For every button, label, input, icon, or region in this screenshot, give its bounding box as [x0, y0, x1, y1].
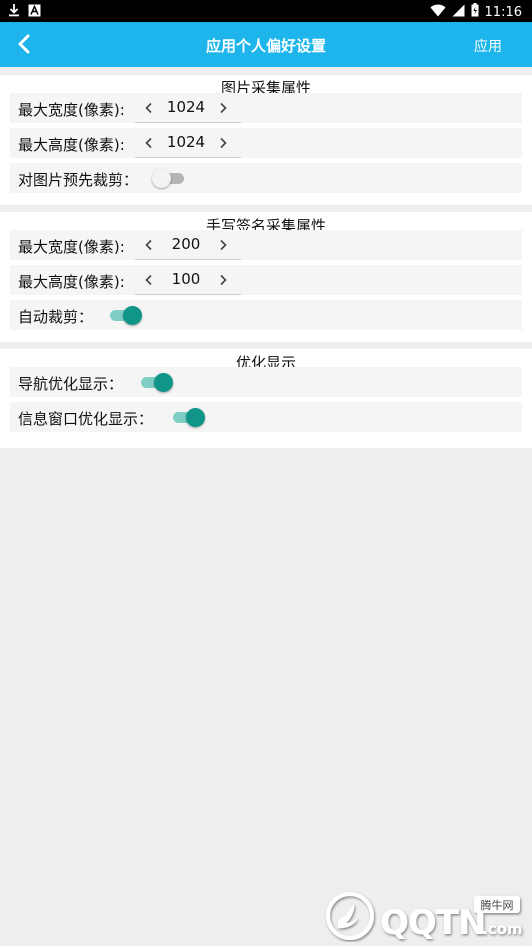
- image-max-width-row: 最大宽度(像素): 1024: [10, 93, 522, 123]
- decrement-button[interactable]: [141, 99, 157, 117]
- status-bar: 11:16: [0, 0, 532, 22]
- decrement-button[interactable]: [141, 134, 157, 152]
- increment-button[interactable]: [215, 99, 231, 117]
- toggle-knob: [154, 373, 173, 392]
- signature-autocrop-row: 自动裁剪：: [10, 300, 522, 330]
- svg-text:QQTN: QQTN: [380, 903, 485, 942]
- signal-icon: [452, 4, 465, 21]
- image-max-width-stepper: 1024: [135, 93, 241, 123]
- nav-optimize-toggle[interactable]: [139, 372, 173, 392]
- signature-max-width-stepper: 200: [135, 230, 241, 260]
- chevron-right-icon: [220, 102, 227, 114]
- page-title: 应用个人偏好设置: [205, 37, 326, 55]
- svg-text:腾牛网: 腾牛网: [481, 898, 514, 912]
- chevron-right-icon: [220, 137, 227, 149]
- stepper-value[interactable]: 1024: [157, 98, 215, 116]
- chevron-right-icon: [220, 239, 227, 251]
- decrement-button[interactable]: [141, 236, 157, 254]
- max-width-label: 最大宽度(像素):: [18, 238, 125, 256]
- autocrop-label: 自动裁剪：: [18, 308, 94, 326]
- image-precrop-row: 对图片预先裁剪：: [10, 163, 522, 193]
- stepper-value[interactable]: 1024: [157, 133, 215, 151]
- app-bar: 应用个人偏好设置 应用: [0, 22, 532, 67]
- stepper-value[interactable]: 200: [157, 235, 215, 253]
- apply-button[interactable]: 应用: [474, 36, 502, 56]
- precrop-label: 对图片预先裁剪：: [18, 171, 139, 189]
- chevron-left-icon: [145, 102, 152, 114]
- signature-max-width-row: 最大宽度(像素): 200: [10, 230, 522, 260]
- image-capture-section: 图片采集属性 最大宽度(像素): 1024 最大高度(像素): 1024 对图片…: [0, 75, 532, 205]
- max-width-label: 最大宽度(像素):: [18, 101, 125, 119]
- increment-button[interactable]: [215, 134, 231, 152]
- chevron-right-icon: [220, 274, 227, 286]
- increment-button[interactable]: [215, 236, 231, 254]
- info-window-optimize-label: 信息窗口优化显示：: [18, 410, 154, 428]
- qqtn-watermark-logo: QQTN .com 腾牛网: [322, 890, 527, 943]
- toggle-knob: [152, 169, 171, 188]
- battery-icon: [471, 3, 479, 21]
- info-window-optimize-row: 信息窗口优化显示：: [10, 402, 522, 432]
- increment-button[interactable]: [215, 271, 231, 289]
- clock-time: 11:16: [484, 4, 522, 20]
- chevron-left-icon: [145, 239, 152, 251]
- signature-capture-section: 手写签名采集属性 最大宽度(像素): 200 最大高度(像素): 100 自动裁…: [0, 212, 532, 342]
- image-max-height-stepper: 1024: [135, 128, 241, 158]
- precrop-toggle[interactable]: [152, 168, 186, 188]
- signature-max-height-row: 最大高度(像素): 100: [10, 265, 522, 295]
- display-optimization-section: 优化显示 导航优化显示： 信息窗口优化显示：: [0, 349, 532, 448]
- toggle-knob: [123, 306, 142, 325]
- chevron-left-icon: [145, 137, 152, 149]
- notification-app-icon: [28, 4, 41, 21]
- nav-optimize-row: 导航优化显示：: [10, 367, 522, 397]
- info-window-optimize-toggle[interactable]: [171, 407, 205, 427]
- stepper-value[interactable]: 100: [157, 270, 215, 288]
- wifi-icon: [430, 4, 446, 21]
- image-max-height-row: 最大高度(像素): 1024: [10, 128, 522, 158]
- nav-optimize-label: 导航优化显示：: [18, 375, 124, 393]
- chevron-left-icon: [145, 274, 152, 286]
- toggle-knob: [186, 408, 205, 427]
- signature-max-height-stepper: 100: [135, 265, 241, 295]
- svg-text:.com: .com: [482, 920, 523, 938]
- max-height-label: 最大高度(像素):: [18, 273, 125, 291]
- decrement-button[interactable]: [141, 271, 157, 289]
- max-height-label: 最大高度(像素):: [18, 136, 125, 154]
- download-icon: [8, 3, 20, 21]
- autocrop-toggle[interactable]: [108, 305, 142, 325]
